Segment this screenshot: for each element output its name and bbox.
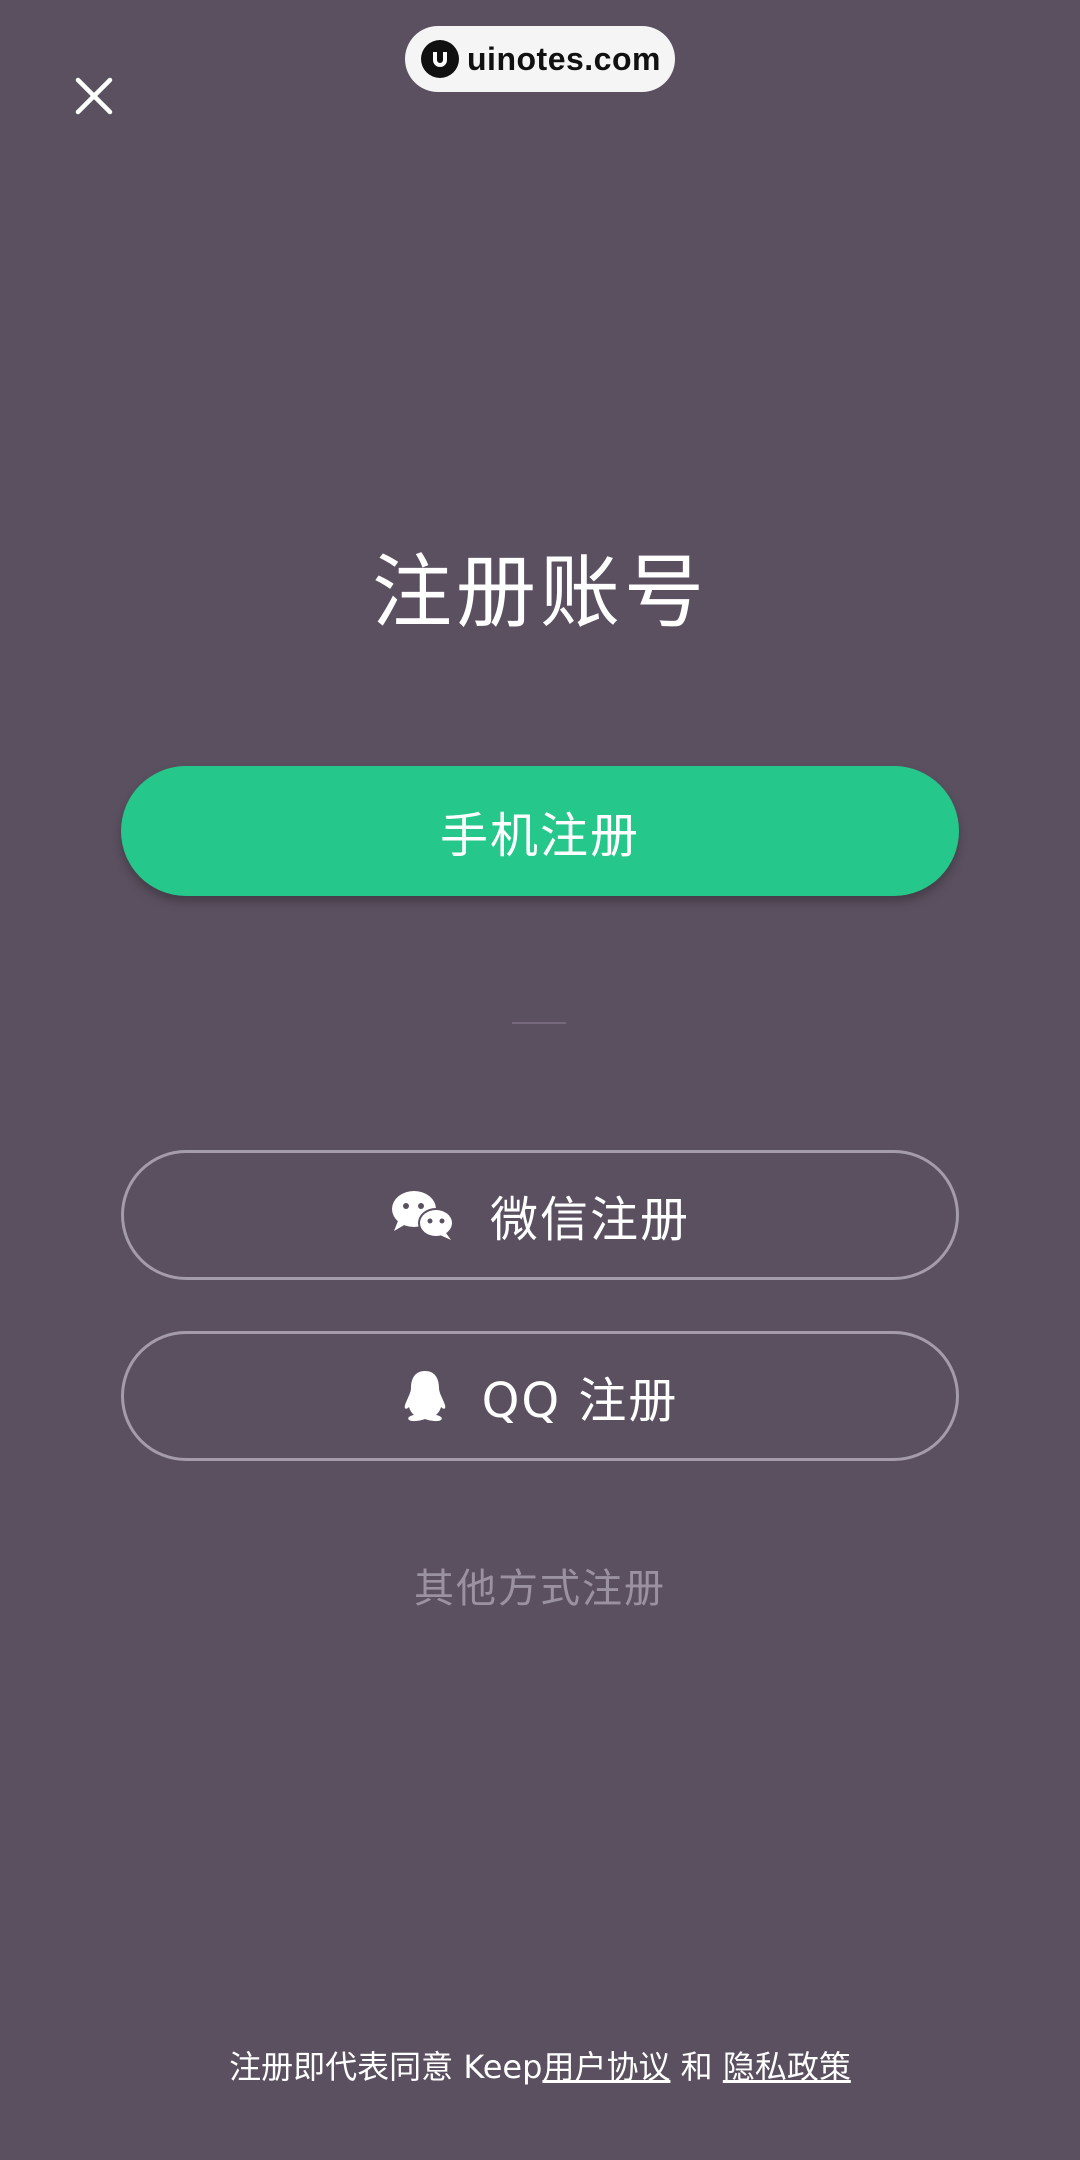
close-button[interactable] <box>66 70 122 126</box>
wechat-register-label: 微信注册 <box>489 1192 690 1248</box>
other-register-link[interactable]: 其他方式注册 <box>0 1556 1080 1614</box>
qq-register-button[interactable]: QQ 注册 <box>121 1331 959 1461</box>
phone-register-button[interactable]: 手机注册 <box>121 766 959 896</box>
user-agreement-link[interactable]: 用户协议 <box>542 2048 670 2086</box>
terms-notice: 注册即代表同意 Keep用户协议 和 隐私政策 <box>0 2042 1080 2088</box>
terms-prefix: 注册即代表同意 Keep <box>229 2048 543 2086</box>
qq-penguin-icon <box>402 1369 448 1423</box>
wechat-icon <box>390 1189 456 1241</box>
register-screen: uinotes.com 注册账号 手机注册 微信注册 QQ 注册 其他方式注册 … <box>0 0 1080 2160</box>
divider <box>512 1022 566 1024</box>
close-icon <box>74 76 114 120</box>
uinotes-logo-icon <box>421 40 459 78</box>
qq-register-label: QQ 注册 <box>481 1373 679 1429</box>
terms-conjunction: 和 <box>670 2048 723 2086</box>
wechat-register-button[interactable]: 微信注册 <box>121 1150 959 1280</box>
watermark-badge: uinotes.com <box>405 26 675 92</box>
watermark-text: uinotes.com <box>467 40 661 77</box>
privacy-policy-link[interactable]: 隐私政策 <box>723 2048 851 2086</box>
page-title: 注册账号 <box>372 546 708 639</box>
